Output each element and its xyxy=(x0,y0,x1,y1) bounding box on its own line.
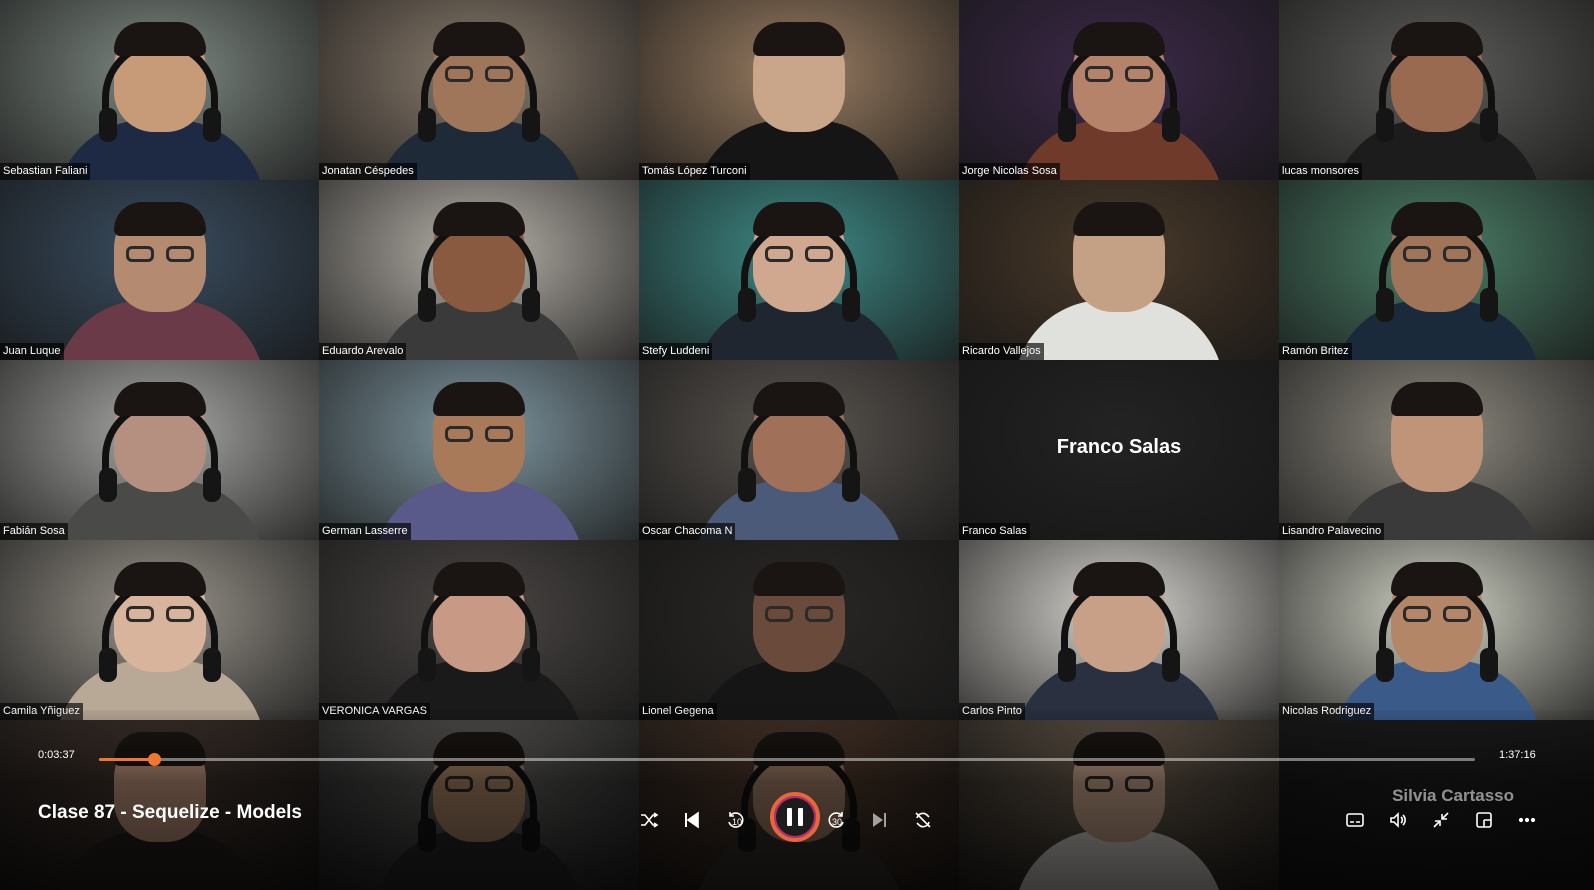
shuffle-button[interactable] xyxy=(636,807,662,833)
pause-icon xyxy=(787,808,792,826)
participant-tile: Fabián Sosa xyxy=(0,360,319,540)
participant-name-label: German Lasserre xyxy=(319,523,411,540)
participant-video xyxy=(374,382,584,540)
next-button[interactable] xyxy=(866,807,892,833)
current-time: 0:03:37 xyxy=(38,749,75,761)
previous-button[interactable] xyxy=(679,807,705,833)
participant-video xyxy=(1331,382,1542,540)
participant-video xyxy=(1331,202,1542,360)
participant-name-label: Jorge Nicolas Sosa xyxy=(959,163,1060,180)
total-time: 1:37:16 xyxy=(1499,749,1536,761)
participant-placeholder-name: Franco Salas xyxy=(1056,436,1182,458)
participant-name-label: Sebastian Faliani xyxy=(0,163,91,180)
repeat-icon xyxy=(915,812,931,828)
participant-video xyxy=(54,382,265,540)
subtitles-icon xyxy=(1346,813,1364,827)
participant-video xyxy=(1014,22,1224,180)
participant-tile: lucas monsores xyxy=(1279,0,1594,180)
rewind-button[interactable]: 10 xyxy=(722,807,748,833)
more-icon xyxy=(1518,817,1536,823)
participant-tile: Ramón Britez xyxy=(1279,180,1594,360)
repeat-button[interactable] xyxy=(910,807,936,833)
compact-overlay-button[interactable] xyxy=(1471,807,1497,833)
participant-tile: Oscar Chacoma N xyxy=(639,360,959,540)
participant-video xyxy=(1014,562,1224,720)
participant-name-label: Jonatan Céspedes xyxy=(319,163,417,180)
participant-tile: Lisandro Palavecino xyxy=(1279,360,1594,540)
pause-button[interactable] xyxy=(770,792,820,842)
participant-tile: Jonatan Céspedes xyxy=(319,0,639,180)
participant-name-label: Oscar Chacoma N xyxy=(639,523,736,540)
participant-tile: Nicolas Rodriguez xyxy=(1279,540,1594,720)
participant-video xyxy=(694,202,904,360)
participant-tile: Stefy Luddeni xyxy=(639,180,959,360)
participant-name-label: Juan Luque xyxy=(0,343,64,360)
participant-tile: Tomás López Turconi xyxy=(639,0,959,180)
volume-icon xyxy=(1390,812,1406,828)
participant-tile: VERONICA VARGAS xyxy=(319,540,639,720)
participant-name-label: Fabián Sosa xyxy=(0,523,68,540)
participant-video xyxy=(54,562,265,720)
compact-overlay-icon xyxy=(1476,812,1492,828)
participant-video xyxy=(374,562,584,720)
watermark-name: Silvia Cartasso xyxy=(1392,786,1514,805)
participant-tile: Camila Yñiguez xyxy=(0,540,319,720)
participant-name-label: lucas monsores xyxy=(1279,163,1363,180)
participant-video xyxy=(54,202,265,360)
participant-tile: Carlos Pinto xyxy=(959,540,1279,720)
subtitles-button[interactable] xyxy=(1342,807,1368,833)
mini-player-button[interactable] xyxy=(1428,807,1454,833)
seek-bar[interactable] xyxy=(99,753,1475,766)
seek-progress xyxy=(99,758,155,761)
participant-video xyxy=(1331,562,1542,720)
participant-video xyxy=(694,562,904,720)
participant-tile: Eduardo Arevalo xyxy=(319,180,639,360)
participant-name-label: Ramón Britez xyxy=(1279,343,1352,360)
participant-video xyxy=(1331,22,1542,180)
forward-button[interactable]: 30 xyxy=(824,807,850,833)
participant-video xyxy=(374,202,584,360)
participant-tile: Sebastian Faliani xyxy=(0,0,319,180)
participant-name-label: Tomás López Turconi xyxy=(639,163,750,180)
participant-name-label: Franco Salas xyxy=(959,523,1030,540)
participant-video xyxy=(54,22,265,180)
previous-icon xyxy=(685,811,699,829)
video-title: Clase 87 - Sequelize - Models xyxy=(38,802,302,823)
participant-tile: Lionel Gegena xyxy=(639,540,959,720)
more-button[interactable] xyxy=(1514,807,1540,833)
participant-name-label: Ricardo Vallejos xyxy=(959,343,1044,360)
participant-tile: Juan Luque xyxy=(0,180,319,360)
participant-tile: Jorge Nicolas Sosa xyxy=(959,0,1279,180)
participant-name-label: Stefy Luddeni xyxy=(639,343,713,360)
participant-tile: German Lasserre xyxy=(319,360,639,540)
shuffle-icon xyxy=(641,812,659,828)
participant-name-label: Eduardo Arevalo xyxy=(319,343,407,360)
participant-tile: Ricardo Vallejos xyxy=(959,180,1279,360)
mini-player-icon xyxy=(1433,812,1449,828)
next-icon xyxy=(873,813,886,827)
participant-video xyxy=(374,22,584,180)
participant-name-label: Lisandro Palavecino xyxy=(1279,523,1385,540)
participant-tile: Franco Salas Franco Salas xyxy=(959,360,1279,540)
volume-button[interactable] xyxy=(1385,807,1411,833)
participant-video xyxy=(1014,202,1224,360)
seek-thumb[interactable] xyxy=(148,753,162,766)
participant-video xyxy=(694,382,904,540)
participant-video xyxy=(694,22,904,180)
